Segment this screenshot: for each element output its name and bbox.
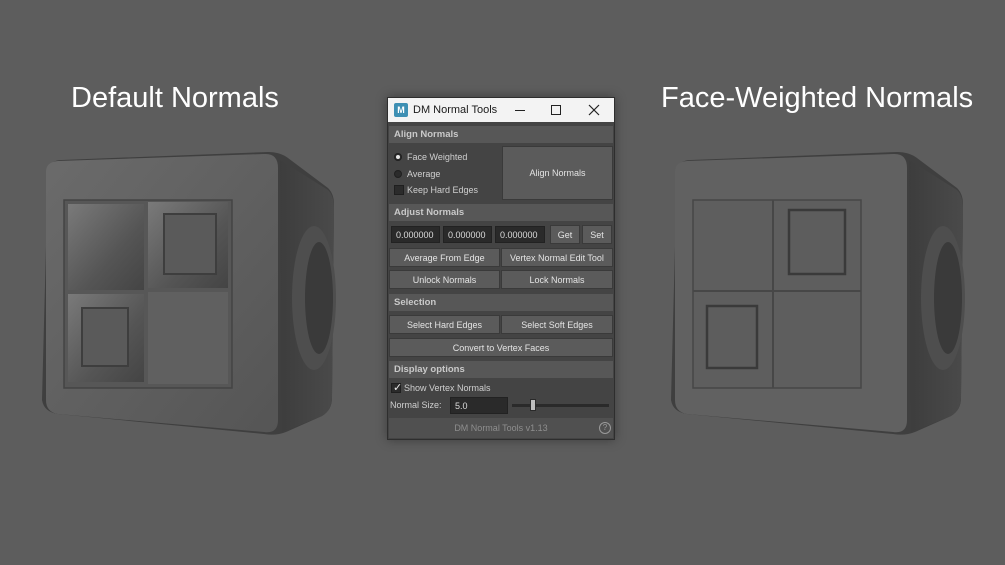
close-button[interactable]: [576, 98, 612, 122]
selection-header[interactable]: Selection: [389, 294, 613, 311]
window-title: DM Normal Tools: [413, 104, 498, 116]
select-soft-edges-button[interactable]: Select Soft Edges: [501, 315, 613, 334]
app-icon: M: [394, 103, 408, 117]
radio-unselected-icon: [394, 170, 402, 178]
keep-hard-edges-label: Keep Hard Edges: [407, 185, 479, 195]
align-normals-button[interactable]: Align Normals: [502, 146, 613, 200]
minimize-button[interactable]: [502, 98, 538, 122]
normal-size-field[interactable]: 5.0: [450, 397, 508, 414]
get-button[interactable]: Get: [550, 225, 580, 244]
version-footer: DM Normal Tools v1.13: [389, 418, 613, 438]
default-normals-caption: Default Normals: [71, 82, 279, 114]
checkbox-unchecked-icon: [394, 185, 404, 195]
checkbox-checked-icon: ✓: [391, 382, 403, 394]
face-weighted-cube-render: [671, 152, 965, 435]
average-label: Average: [407, 169, 441, 179]
dm-normal-tools-window: M DM Normal Tools Align Normals Face Wei…: [387, 97, 615, 440]
convert-to-vertex-faces-button[interactable]: Convert to Vertex Faces: [389, 338, 613, 357]
maximize-icon: [551, 105, 561, 115]
default-normals-cube-render: [42, 152, 336, 435]
set-button[interactable]: Set: [582, 225, 612, 244]
adjust-normals-header[interactable]: Adjust Normals: [389, 204, 613, 221]
face-weighted-normals-caption: Face-Weighted Normals: [661, 82, 974, 114]
close-icon: [588, 104, 600, 116]
help-icon[interactable]: ?: [599, 422, 611, 434]
lock-normals-button[interactable]: Lock Normals: [501, 270, 613, 289]
normal-z-field[interactable]: 0.000000: [495, 226, 545, 243]
maximize-button[interactable]: [538, 98, 574, 122]
normal-size-slider-track[interactable]: [512, 404, 609, 407]
average-from-edge-button[interactable]: Average From Edge: [389, 248, 500, 267]
normal-size-slider-handle[interactable]: [530, 399, 537, 411]
normal-y-field[interactable]: 0.000000: [443, 226, 492, 243]
align-normals-header[interactable]: Align Normals: [389, 126, 613, 143]
select-hard-edges-button[interactable]: Select Hard Edges: [389, 315, 500, 334]
display-options-header[interactable]: Display options: [389, 361, 613, 378]
vertex-normal-edit-tool-button[interactable]: Vertex Normal Edit Tool: [501, 248, 613, 267]
show-vertex-normals-label: Show Vertex Normals: [404, 383, 491, 393]
window-titlebar[interactable]: M DM Normal Tools: [388, 98, 614, 122]
face-weighted-label: Face Weighted: [407, 152, 468, 162]
normal-size-label: Normal Size:: [390, 400, 442, 410]
unlock-normals-button[interactable]: Unlock Normals: [389, 270, 500, 289]
radio-selected-icon: [394, 153, 402, 161]
normal-x-field[interactable]: 0.000000: [391, 226, 440, 243]
minimize-icon: [515, 110, 525, 111]
